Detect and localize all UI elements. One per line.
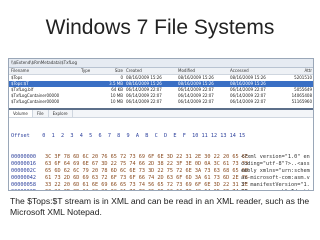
caption: The $Tops:$T stream is in XML and can be… (10, 196, 310, 217)
column-header-created[interactable]: Created (126, 68, 178, 74)
hex-row: 00000016 63 6F 64 69 6E 67 3D 22 75 74 66… (11, 161, 313, 168)
hex-bytes: 30 22 3E 0D 0A 20 20 3C 61 73 73 65 6D 6… (45, 189, 248, 190)
file-list: Filename Type Size Created Modified Acce… (9, 68, 313, 110)
tab-explore[interactable]: Explore (49, 110, 73, 117)
column-header-size[interactable]: Size (99, 68, 126, 74)
hex-ascii: <?xml version="1.0" en (241, 154, 310, 160)
bottom-tabs: Volume File Explore (9, 110, 313, 118)
column-header-accessed[interactable]: Accessed (230, 68, 282, 74)
hex-ascii: 3" manifestVersion="1. (241, 182, 310, 188)
file-created: 06/14/2009 22:07 (126, 99, 162, 104)
file-size: 10 MB (110, 99, 123, 104)
hex-bytes: 61 73 2D 6D 69 63 72 6F 73 6F 66 74 2D 6… (45, 175, 249, 181)
hex-row: 00000058 33 22 20 6D 61 6E 69 66 65 73 74… (11, 182, 313, 189)
hex-offset: 00000000 (11, 154, 36, 160)
hex-ascii: 0">.. <assemblyIdenti (241, 189, 310, 190)
hex-offset: 0000002C (11, 168, 36, 174)
tab-file[interactable]: File (33, 110, 49, 117)
hex-row: 00000042 61 73 2D 6D 69 63 72 6F 73 6F 66… (11, 175, 313, 182)
column-header-type[interactable]: Type (81, 68, 99, 74)
hex-bytes: 33 22 20 6D 61 6E 69 66 65 73 74 56 65 7… (45, 182, 249, 188)
file-row[interactable]: $TxfLogContainer00000 10 MB 06/14/2009 22:… (9, 99, 313, 105)
hex-ascii: embly xmlns="urn:schem (241, 168, 310, 174)
hex-bytes: 65 6D 62 6C 79 20 78 6D 6C 6E 73 3D 22 7… (45, 168, 249, 174)
hex-bytes: 63 6F 64 69 6E 67 3D 22 75 74 66 2D 38 2… (45, 161, 249, 167)
file-attr: 51165960 (291, 99, 312, 104)
hex-view[interactable]: Offset 0 1 2 3 4 5 6 7 8 9 A B C D E F 1… (9, 118, 313, 190)
hex-row: 0000002C 65 6D 62 6C 79 20 78 6D 6C 6E 73… (11, 168, 313, 175)
hex-ascii: as-microsoft-com:asm.v (241, 175, 310, 181)
file-modified: 06/14/2009 22:07 (178, 99, 214, 104)
file-name: $TxfLogContainer00000 (11, 99, 60, 104)
file-accessed: 06/14/2009 22:07 (230, 99, 266, 104)
tab-volume[interactable]: Volume (9, 110, 33, 117)
file-list-header: Filename Type Size Created Modified Acce… (9, 68, 313, 75)
column-header-filename[interactable]: Filename (9, 68, 81, 74)
hex-row: 0000006E30 22 3E 0D 0A 20 20 3C 61 73 73… (11, 189, 313, 190)
hex-offset: 00000042 (11, 175, 36, 181)
path-bar[interactable]: \\$Extend\$RmMetadata\$TxfLog (9, 59, 313, 68)
column-header-attr[interactable]: Attr (282, 68, 312, 74)
hex-column-header: Offset 0 1 2 3 4 5 6 7 8 9 A B C D E F 1… (11, 133, 246, 139)
hex-offset: 00000016 (11, 161, 36, 167)
hex-ascii: coding="utf-8"?>..<ass (241, 161, 310, 167)
hex-row: 00000000 3C 3F 78 6D 6C 20 76 65 72 73 69… (11, 154, 313, 161)
hex-bytes: 3C 3F 78 6D 6C 20 76 65 72 73 69 6F 6E 3… (45, 154, 249, 160)
slide-title: Windows 7 File Systems (45, 16, 275, 39)
hex-offset: 00000058 (11, 182, 36, 188)
hex-editor-screenshot: \\$Extend\$RmMetadata\$TxfLog Filename T… (8, 58, 314, 191)
file-type (81, 99, 99, 105)
hex-offset: 0000006E (11, 189, 45, 190)
column-header-modified[interactable]: Modified (178, 68, 230, 74)
